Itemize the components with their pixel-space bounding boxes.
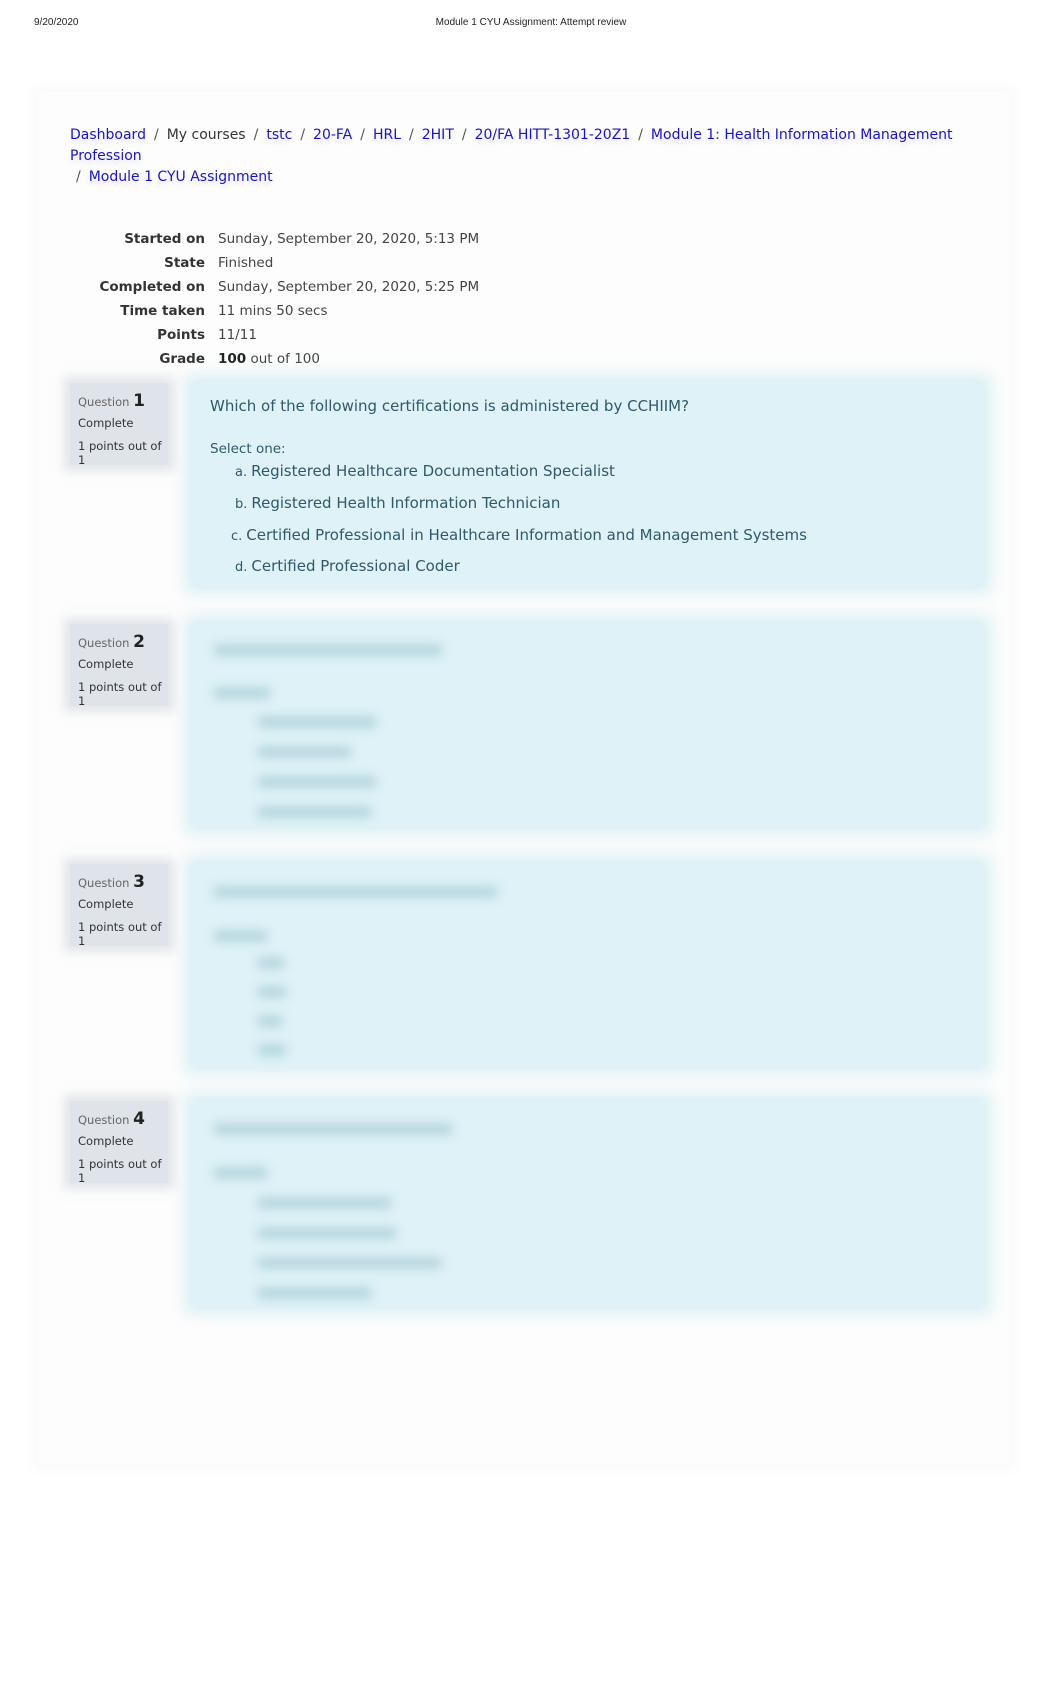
answer-option[interactable]: a. Registered Healthcare Documentation Sp… [235, 462, 615, 480]
blurred-answer[interactable] [257, 806, 372, 818]
summary-label: Points [157, 327, 205, 343]
answer-option[interactable]: b. Registered Health Information Technici… [235, 494, 560, 512]
blurred-prompt [213, 930, 268, 942]
question-label: Question [78, 636, 130, 650]
question-content: Which of the following certifications is… [193, 383, 983, 585]
question-number: 2 [133, 632, 145, 652]
summary-label: Started on [124, 231, 205, 247]
breadcrumb-assignment[interactable]: Module 1 CYU Assignment [89, 169, 273, 185]
question-state: Complete [78, 897, 134, 911]
breadcrumb-separator: / [360, 127, 365, 143]
summary-completed-on: Completed on Sunday, September 20, 2020,… [60, 275, 479, 299]
answer-text: Certified Professional in Healthcare Inf… [246, 526, 807, 544]
summary-label: Time taken [120, 303, 205, 319]
breadcrumb-separator: / [253, 127, 259, 143]
summary-value: 100 out of 100 [218, 351, 320, 367]
blurred-question-text [213, 886, 498, 898]
answer-text: Certified Professional Coder [251, 557, 460, 575]
summary-label: State [164, 255, 205, 271]
question-grade: 1 points out of 1 [78, 920, 162, 948]
question-grade: 1 points out of 1 [78, 680, 162, 708]
question-number: 1 [133, 391, 145, 411]
question-state: Complete [78, 1134, 134, 1148]
breadcrumb: Dashboard / My courses / tstc / 20-FA / HRL / 2HIT… [70, 125, 990, 188]
blurred-answer[interactable] [257, 1287, 372, 1299]
blurred-answer[interactable] [257, 1257, 442, 1269]
question-content-blurred [193, 624, 983, 826]
question-grade: 1 points out of 1 [78, 1157, 162, 1185]
summary-grade: Grade 100 out of 100 [60, 347, 479, 371]
blurred-prompt [213, 687, 271, 699]
breadcrumb-separator: / [409, 127, 414, 143]
summary-started-on: Started on Sunday, September 20, 2020, 5… [60, 227, 479, 251]
question-info: Question 2 Complete 1 points out of 1 [70, 624, 168, 708]
question-content-blurred [193, 1101, 983, 1306]
answer-letter: c. [231, 529, 243, 544]
summary-label: Completed on [99, 279, 205, 295]
question-label: Question [78, 395, 130, 409]
answer-text: Registered Healthcare Documentation Spec… [251, 462, 615, 480]
question-content-blurred [193, 864, 983, 1066]
summary-value: Sunday, September 20, 2020, 5:25 PM [218, 279, 480, 295]
question-number: 3 [133, 872, 145, 892]
breadcrumb-dashboard[interactable]: Dashboard [70, 127, 146, 143]
question-text: Which of the following certifications is… [210, 397, 690, 415]
breadcrumb-separator: / [76, 169, 81, 185]
blurred-answer[interactable] [257, 746, 352, 758]
summary-label: Grade [159, 351, 205, 367]
breadcrumb-tstc[interactable]: tstc [266, 127, 292, 143]
breadcrumb-separator: / [153, 127, 159, 143]
print-title: Module 1 CYU Assignment: Attempt review [435, 17, 627, 28]
summary-value: Finished [218, 255, 274, 271]
answer-letter: b. [235, 497, 248, 512]
summary-value: Sunday, September 20, 2020, 5:13 PM [218, 231, 480, 247]
question-state: Complete [78, 416, 134, 430]
grade-score: 100 [218, 351, 247, 367]
question-label: Question [78, 876, 130, 890]
question-number: 4 [133, 1109, 145, 1129]
breadcrumb-20-fa[interactable]: 20-FA [313, 127, 352, 143]
breadcrumb-2hit[interactable]: 2HIT [422, 127, 454, 143]
breadcrumb-separator: / [300, 127, 306, 143]
breadcrumb-hrl[interactable]: HRL [373, 127, 401, 143]
summary-time-taken: Time taken 11 mins 50 secs [60, 299, 479, 323]
summary-state: State Finished [60, 251, 479, 275]
summary-points: Points 11/11 [60, 323, 479, 347]
answer-letter: d. [235, 560, 248, 575]
blurred-answer[interactable] [257, 1227, 397, 1239]
print-header: 9/20/2020 Module 1 CYU Assignment: Attem… [0, 17, 1062, 31]
question-state: Complete [78, 657, 134, 671]
blurred-answer[interactable] [257, 716, 377, 728]
question-info: Question 1 Complete 1 points out of 1 [70, 383, 168, 467]
breadcrumb-course[interactable]: 20/FA HITT-1301-20Z1 [475, 127, 631, 143]
blurred-answer[interactable] [257, 776, 377, 788]
attempt-summary: Started on Sunday, September 20, 2020, 5… [60, 227, 479, 371]
blurred-answer[interactable] [257, 1197, 392, 1209]
answer-text: Registered Health Information Technician [251, 494, 561, 512]
grade-suffix: out of 100 [250, 351, 320, 367]
question-grade: 1 points out of 1 [78, 439, 162, 467]
breadcrumb-separator: / [461, 127, 467, 143]
breadcrumb-my-courses: My courses [166, 127, 246, 143]
answer-option[interactable]: c. Certified Professional in Healthcare I… [231, 526, 807, 544]
blurred-question-text [213, 644, 443, 656]
blurred-answer[interactable] [257, 1044, 287, 1056]
blurred-question-text [213, 1123, 453, 1135]
blurred-answer[interactable] [257, 957, 285, 969]
blurred-answer[interactable] [257, 986, 287, 998]
summary-value: 11/11 [218, 327, 257, 343]
question-info: Question 4 Complete 1 points out of 1 [70, 1101, 168, 1185]
question-prompt: Select one: [210, 441, 286, 457]
blurred-prompt [213, 1167, 268, 1179]
question-info: Question 3 Complete 1 points out of 1 [70, 864, 168, 948]
breadcrumb-separator: / [638, 127, 643, 143]
summary-value: 11 mins 50 secs [218, 303, 328, 319]
question-label: Question [78, 1113, 130, 1127]
blurred-answer[interactable] [257, 1015, 283, 1027]
answer-option[interactable]: d. Certified Professional Coder [235, 557, 460, 575]
answer-letter: a. [235, 465, 248, 480]
